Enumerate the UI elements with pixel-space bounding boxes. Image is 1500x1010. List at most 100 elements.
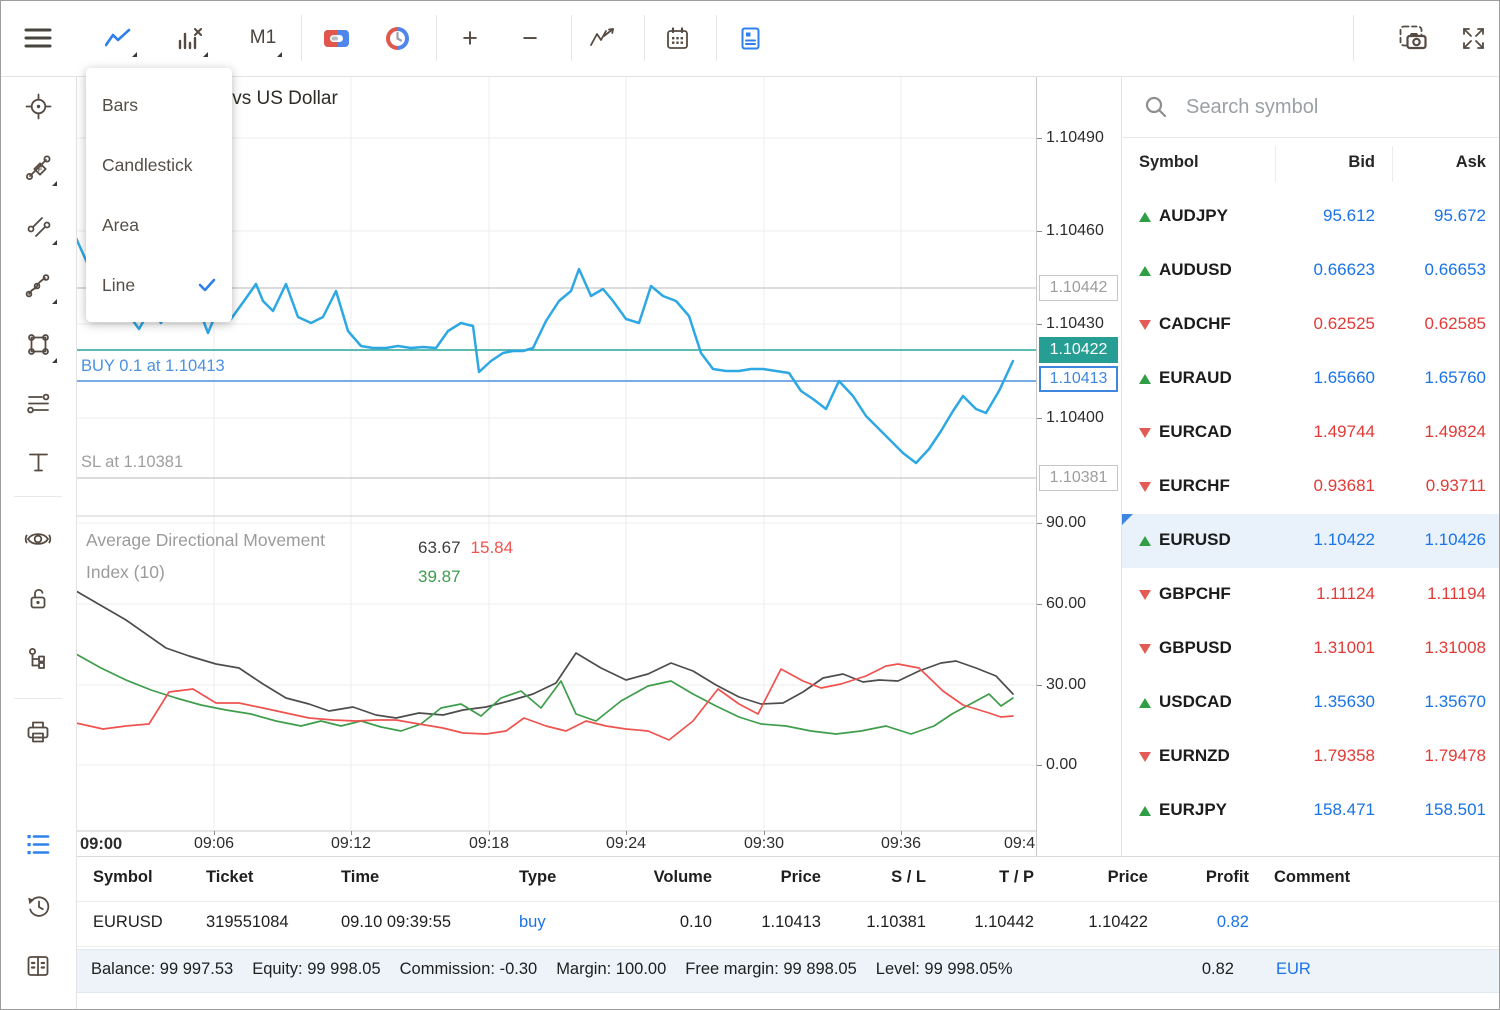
ask-price: 1.79478 bbox=[1425, 746, 1486, 766]
market-watch-row-AUDUSD[interactable]: AUDUSD0.666230.66653 bbox=[1122, 244, 1500, 298]
arrow-down-icon bbox=[1139, 752, 1151, 762]
market-watch-row-USDCAD[interactable]: USDCAD1.356301.35670 bbox=[1122, 676, 1500, 730]
market-watch-row-EURUSD[interactable]: EURUSD1.104221.10426 bbox=[1122, 514, 1500, 568]
bid-price: 1.49744 bbox=[1314, 422, 1375, 442]
terminal-window: M1 + − bbox=[0, 0, 1500, 1010]
one-click-trading-button[interactable] bbox=[313, 15, 359, 61]
axis-tick bbox=[1037, 685, 1042, 686]
fullscreen-button[interactable] bbox=[1450, 15, 1496, 61]
trade-table-header: SymbolTicketTimeTypeVolumePriceS / LT / … bbox=[76, 857, 1500, 902]
zoom-in-button[interactable]: + bbox=[447, 15, 493, 61]
economic-calendar-button[interactable] bbox=[654, 15, 700, 61]
market-watch-rows: AUDJPY95.61295.672AUDUSD0.666230.66653 CA… bbox=[1122, 190, 1500, 838]
ask-price: 1.11194 bbox=[1427, 584, 1486, 604]
trade-list-icon bbox=[25, 832, 51, 857]
chart-type-menu-item-line[interactable]: Line bbox=[86, 255, 232, 315]
selected-corner bbox=[1122, 514, 1133, 525]
menu-item-label: Candlestick bbox=[102, 155, 192, 176]
trade-column-header: T / P bbox=[999, 868, 1034, 887]
bid-price: 0.62525 bbox=[1314, 314, 1375, 334]
shape-rectangle-icon bbox=[25, 331, 52, 358]
history-clock-icon bbox=[25, 893, 52, 920]
adx-series-adx bbox=[76, 591, 1013, 718]
crosshair-tool-button[interactable] bbox=[15, 83, 61, 129]
account-item-equity: Equity: 99 998.05 bbox=[252, 960, 380, 979]
chart-type-menu-item-area[interactable]: Area bbox=[86, 195, 232, 255]
axis-price-box-1.10422: 1.10422 bbox=[1039, 337, 1118, 363]
symbol-name: CADCHF bbox=[1159, 314, 1231, 334]
symbol-name: AUDUSD bbox=[1159, 260, 1232, 280]
market-watch-row-GBPCHF[interactable]: GBPCHF 1.11124 1.11194 bbox=[1122, 568, 1500, 622]
object-visibility-button[interactable] bbox=[15, 516, 61, 562]
account-summary-bar: Balance: 99 997.53Equity: 99 998.05Commi… bbox=[76, 949, 1500, 993]
market-watch-header: Symbol Bid Ask bbox=[1122, 138, 1500, 190]
journal-window-button[interactable] bbox=[727, 15, 773, 61]
polyline-tool-button[interactable] bbox=[15, 262, 61, 308]
time-label: 09:36 bbox=[881, 835, 921, 853]
trade-column-header: Ticket bbox=[206, 868, 253, 887]
history-tab-button[interactable] bbox=[15, 883, 61, 929]
price-axis[interactable]: 1.104901.104601.104301.1040090.0060.0030… bbox=[1036, 76, 1122, 856]
axis-tick bbox=[1037, 231, 1042, 232]
market-watch-row-EURCAD[interactable]: EURCAD1.497441.49824 bbox=[1122, 406, 1500, 460]
shapes-tool-button[interactable] bbox=[15, 321, 61, 367]
horizontal-line-tool-button[interactable] bbox=[15, 380, 61, 426]
lock-objects-button[interactable] bbox=[15, 576, 61, 622]
chart-area[interactable]: EURUSD, Euro vs US Dollar BUY 0.1 at 1.1… bbox=[76, 76, 1121, 856]
chart-type-menu-item-candlestick[interactable]: Candlestick bbox=[86, 135, 232, 195]
position-current-price: 1.10422 bbox=[1088, 913, 1148, 932]
symbol-name: GBPCHF bbox=[1159, 584, 1231, 604]
channel-tool-button[interactable] bbox=[15, 203, 61, 249]
bid-price: 0.93681 bbox=[1314, 476, 1375, 496]
time-label: 09:18 bbox=[469, 835, 509, 853]
screenshot-button[interactable] bbox=[1390, 15, 1436, 61]
search-icon bbox=[1144, 95, 1168, 119]
chart-type-button[interactable] bbox=[95, 15, 141, 61]
crosshair-icon bbox=[25, 93, 52, 120]
indicators-button[interactable] bbox=[580, 15, 626, 61]
main-menu-button[interactable] bbox=[15, 15, 61, 61]
remove-indicator-button[interactable] bbox=[166, 15, 212, 61]
symbol-name: USDCAD bbox=[1159, 692, 1232, 712]
journal-tab-button[interactable] bbox=[15, 943, 61, 989]
market-watch-row-EURCHF[interactable]: EURCHF0.936810.93711 bbox=[1122, 460, 1500, 514]
minus-icon: − bbox=[522, 23, 538, 54]
market-watch-row-AUDJPY[interactable]: AUDJPY95.61295.672 bbox=[1122, 190, 1500, 244]
ask-price: 1.65760 bbox=[1425, 368, 1486, 388]
indicator-values: 63.6715.84 bbox=[418, 538, 513, 558]
zoom-out-button[interactable]: − bbox=[507, 15, 553, 61]
total-profit: 0.82 bbox=[1202, 960, 1234, 979]
market-watch-row-EURJPY[interactable]: EURJPY158.471158.501 bbox=[1122, 784, 1500, 838]
symbol-name: EURAUD bbox=[1159, 368, 1232, 388]
market-hours-button[interactable] bbox=[374, 15, 420, 61]
trade-tab-button[interactable] bbox=[15, 821, 61, 867]
market-watch-row-CADCHF[interactable]: CADCHF0.625250.62585 bbox=[1122, 298, 1500, 352]
text-tool-button[interactable] bbox=[15, 439, 61, 485]
axis-price-box-1.10381: 1.10381 bbox=[1039, 465, 1118, 491]
sidebar-separator bbox=[14, 496, 62, 497]
axis-tick bbox=[1037, 765, 1042, 766]
header-divider bbox=[1275, 146, 1276, 182]
print-button[interactable] bbox=[15, 709, 61, 755]
position-type: buy bbox=[519, 913, 546, 932]
indicator-wave-icon bbox=[590, 27, 617, 50]
toolbar-divider bbox=[436, 15, 437, 61]
symbol-name: EURUSD bbox=[1159, 530, 1231, 550]
chart-type-menu-item-bars[interactable]: Bars bbox=[86, 75, 232, 135]
axis-price-label: 1.10460 bbox=[1046, 222, 1104, 240]
printer-icon bbox=[25, 719, 51, 745]
market-watch-row-EURNZD[interactable]: EURNZD1.793581.79478 bbox=[1122, 730, 1500, 784]
parallel-lines-icon bbox=[25, 213, 52, 240]
market-watch-row-EURAUD[interactable]: EURAUD1.656601.65760 bbox=[1122, 352, 1500, 406]
object-list-button[interactable] bbox=[15, 636, 61, 682]
search-input[interactable] bbox=[1184, 90, 1478, 124]
trade-column-header: Volume bbox=[654, 868, 712, 887]
fibonacci-tool-button[interactable]: F bbox=[15, 144, 61, 190]
trade-column-header: S / L bbox=[891, 868, 926, 887]
market-watch-row-GBPUSD[interactable]: GBPUSD1.310011.31008 bbox=[1122, 622, 1500, 676]
horizontal-lines-icon bbox=[25, 390, 52, 417]
open-position-row[interactable]: EURUSD31955108409.10 09:39:55buy0.101.10… bbox=[76, 902, 1500, 947]
bid-price: 1.11124 bbox=[1316, 584, 1375, 604]
time-axis[interactable]: 09:0009:0609:1209:1809:2409:3009:3609:41 bbox=[76, 832, 1036, 856]
timeframe-button[interactable]: M1 bbox=[240, 15, 286, 61]
